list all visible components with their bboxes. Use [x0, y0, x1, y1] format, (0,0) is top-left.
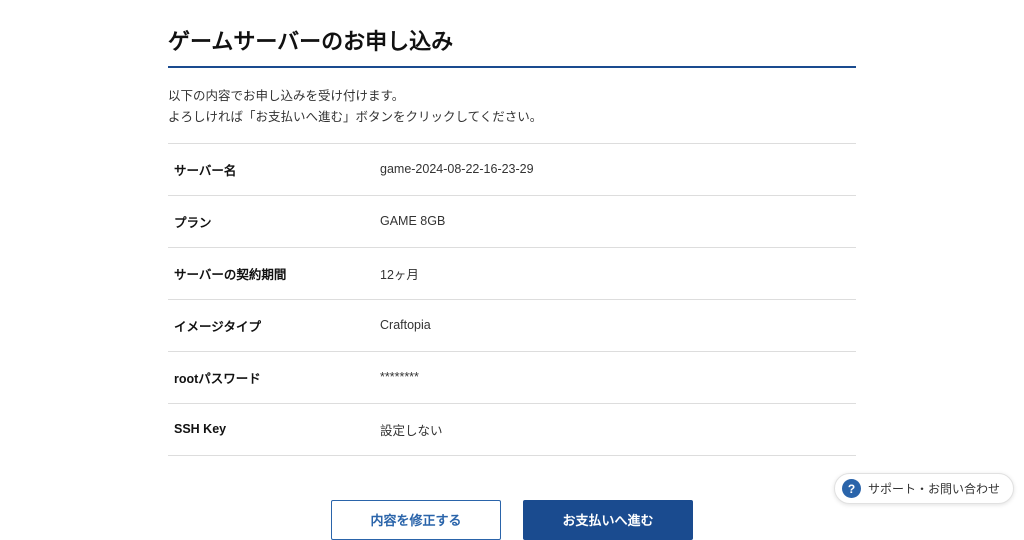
- label-image-type: イメージタイプ: [174, 316, 380, 335]
- confirmation-table: サーバー名 game-2024-08-22-16-23-29 プラン GAME …: [168, 143, 856, 456]
- label-ssh-key: SSH Key: [174, 422, 380, 436]
- help-icon: ?: [842, 479, 861, 498]
- value-image-type: Craftopia: [380, 318, 850, 332]
- actions-bar: 内容を修正する お支払いへ進む: [168, 500, 856, 540]
- edit-button[interactable]: 内容を修正する: [331, 500, 501, 540]
- proceed-button[interactable]: お支払いへ進む: [523, 500, 693, 540]
- label-contract-period: サーバーの契約期間: [174, 264, 380, 283]
- intro-line-2: よろしければ「お支払いへ進む」ボタンをクリックしてください。: [168, 107, 856, 128]
- value-contract-period: 12ヶ月: [380, 264, 850, 283]
- intro-text: 以下の内容でお申し込みを受け付けます。 よろしければ「お支払いへ進む」ボタンをク…: [168, 86, 856, 129]
- value-server-name: game-2024-08-22-16-23-29: [380, 162, 850, 176]
- value-root-password: ********: [380, 370, 850, 384]
- row-image-type: イメージタイプ Craftopia: [168, 300, 856, 352]
- row-server-name: サーバー名 game-2024-08-22-16-23-29: [168, 144, 856, 196]
- intro-line-1: 以下の内容でお申し込みを受け付けます。: [168, 86, 856, 107]
- row-contract-period: サーバーの契約期間 12ヶ月: [168, 248, 856, 300]
- value-ssh-key: 設定しない: [380, 420, 850, 439]
- page-title: ゲームサーバーのお申し込み: [168, 24, 856, 68]
- label-server-name: サーバー名: [174, 160, 380, 179]
- row-ssh-key: SSH Key 設定しない: [168, 404, 856, 456]
- support-widget[interactable]: ? サポート・お問い合わせ: [834, 473, 1014, 504]
- support-label: サポート・お問い合わせ: [868, 480, 1000, 497]
- label-root-password: rootパスワード: [174, 368, 380, 387]
- label-plan: プラン: [174, 212, 380, 231]
- value-plan: GAME 8GB: [380, 214, 850, 228]
- row-plan: プラン GAME 8GB: [168, 196, 856, 248]
- row-root-password: rootパスワード ********: [168, 352, 856, 404]
